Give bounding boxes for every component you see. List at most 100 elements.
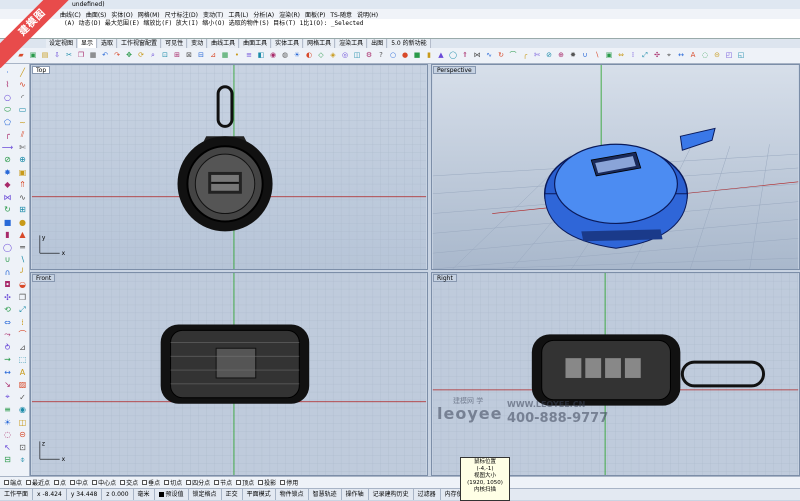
- named-view-icon[interactable]: ◱: [736, 50, 746, 61]
- osnap-checkbox[interactable]: [280, 480, 286, 485]
- layer-selector[interactable]: 预设值: [155, 489, 189, 500]
- osnap-checkbox[interactable]: [4, 480, 9, 485]
- viewport-front-canvas[interactable]: x z: [31, 273, 427, 475]
- osnap-checkbox[interactable]: [120, 480, 126, 485]
- light-icon[interactable]: ☀: [292, 50, 302, 61]
- toolbar-tab[interactable]: 曲面工具: [240, 39, 272, 48]
- network-icon[interactable]: ⊞: [16, 204, 29, 217]
- osnap-option[interactable]: 中心点: [92, 478, 116, 487]
- smarttrack-toggle[interactable]: 智慧轨迹: [309, 489, 342, 500]
- toolbar-tab[interactable]: 变动: [188, 39, 208, 48]
- zoom-extents-icon[interactable]: ⊞: [172, 50, 182, 61]
- toolbar-tab[interactable]: 渲染工具: [336, 39, 368, 48]
- grid-icon[interactable]: ▦: [220, 50, 230, 61]
- toolbar-tab[interactable]: 工作视窗配置: [118, 39, 162, 48]
- fillet-edge-icon[interactable]: ╯: [16, 266, 29, 279]
- layer-icon[interactable]: ≡: [1, 404, 14, 417]
- cap-icon[interactable]: ◒: [16, 279, 29, 292]
- menu-item[interactable]: 尺寸标注(D): [165, 10, 198, 19]
- xray-icon[interactable]: ◎: [340, 50, 350, 61]
- flow-icon[interactable]: ⇝: [1, 354, 14, 367]
- osnap-checkbox[interactable]: [186, 480, 192, 485]
- osnap-checkbox[interactable]: [164, 480, 170, 485]
- ghosted-icon[interactable]: ◈: [328, 50, 338, 61]
- dimension-icon[interactable]: ↔: [1, 366, 14, 379]
- pan-icon[interactable]: ✥: [124, 50, 134, 61]
- scale-icon[interactable]: ⤢: [16, 304, 29, 317]
- import-icon[interactable]: ⇩: [52, 50, 62, 61]
- zoom-window-icon[interactable]: ⊡: [160, 50, 170, 61]
- trim-icon[interactable]: ✄: [532, 50, 542, 61]
- rectangle-icon[interactable]: ▭: [16, 104, 29, 117]
- viewport-right[interactable]: Right: [431, 272, 800, 476]
- circle-icon[interactable]: ○: [388, 50, 398, 61]
- filter-toggle[interactable]: 过滤器: [414, 489, 441, 500]
- hide-icon[interactable]: ◌: [1, 429, 14, 442]
- pipe-icon[interactable]: ═: [16, 241, 29, 254]
- cone-icon[interactable]: ▲: [16, 229, 29, 242]
- extrude-icon[interactable]: ⇑: [16, 179, 29, 192]
- split-icon[interactable]: ⊘: [1, 154, 14, 167]
- boolean-union-icon[interactable]: ∪: [1, 254, 14, 267]
- revolve-icon[interactable]: ↻: [1, 204, 14, 217]
- render-icon[interactable]: ◉: [16, 404, 29, 417]
- menu-item[interactable]: 说明(H): [357, 10, 378, 19]
- filter-icon[interactable]: ⌽: [16, 454, 29, 467]
- taper-icon[interactable]: ⊿: [16, 341, 29, 354]
- sphere-icon[interactable]: ●: [16, 216, 29, 229]
- osnap-option[interactable]: 顶点: [236, 478, 254, 487]
- revolve-icon[interactable]: ↻: [496, 50, 506, 61]
- text-icon[interactable]: A: [16, 366, 29, 379]
- polygon-icon[interactable]: ⬠: [1, 116, 14, 129]
- offset-icon[interactable]: ⫽: [16, 129, 29, 142]
- move-icon[interactable]: ✣: [652, 50, 662, 61]
- explode-icon[interactable]: ✸: [568, 50, 578, 61]
- hide-icon[interactable]: ◌: [700, 50, 710, 61]
- mirror-icon[interactable]: ⇔: [616, 50, 626, 61]
- hatch-icon[interactable]: ▨: [16, 379, 29, 392]
- toolbar-tab[interactable]: 网格工具: [304, 39, 336, 48]
- technical-icon[interactable]: ◫: [352, 50, 362, 61]
- rotate-view-icon[interactable]: ⟳: [136, 50, 146, 61]
- zoom-selected-icon[interactable]: ⊠: [184, 50, 194, 61]
- shell-icon[interactable]: ◘: [1, 279, 14, 292]
- select-icon[interactable]: ↖: [1, 441, 14, 454]
- split-icon[interactable]: ⊘: [544, 50, 554, 61]
- arc-icon[interactable]: ◜: [16, 91, 29, 104]
- boolean-diff-icon[interactable]: ∖: [16, 254, 29, 267]
- extend-icon[interactable]: ⟶: [1, 141, 14, 154]
- group-icon[interactable]: ▣: [16, 166, 29, 179]
- freeform-icon[interactable]: ~: [16, 116, 29, 129]
- undo-icon[interactable]: ↶: [100, 50, 110, 61]
- viewport-perspective[interactable]: Perspective: [431, 64, 800, 270]
- menu-item[interactable]: 曲线(C): [60, 10, 81, 19]
- lock-icon[interactable]: ⊝: [712, 50, 722, 61]
- print-icon[interactable]: ▤: [40, 50, 50, 61]
- lock-icon[interactable]: ⊝: [16, 429, 29, 442]
- osnap-checkbox[interactable]: [142, 480, 148, 485]
- fillet-curve-icon[interactable]: ╭: [1, 129, 14, 142]
- box-icon[interactable]: ■: [412, 50, 422, 61]
- options-icon[interactable]: ⚙: [364, 50, 374, 61]
- camera-icon[interactable]: ◫: [16, 416, 29, 429]
- text-icon[interactable]: A: [688, 50, 698, 61]
- menu-item[interactable]: 工具(L): [228, 10, 248, 19]
- torus-icon[interactable]: ◯: [1, 241, 14, 254]
- viewport-top-label[interactable]: Top: [32, 66, 51, 74]
- cage-icon[interactable]: ⬚: [16, 354, 29, 367]
- sweep-icon[interactable]: ∿: [484, 50, 494, 61]
- sweep-icon[interactable]: ∿: [16, 191, 29, 204]
- grid-snap-toggle[interactable]: 锁定格点: [189, 489, 222, 500]
- sphere-icon[interactable]: ●: [400, 50, 410, 61]
- menu-item[interactable]: 分析(A): [253, 10, 274, 19]
- osnap-checkbox[interactable]: [236, 480, 242, 485]
- mirror-icon[interactable]: ⇔: [1, 316, 14, 329]
- blend-icon[interactable]: ⌒: [508, 50, 518, 61]
- help-icon[interactable]: ?: [376, 50, 386, 61]
- ellipse-icon[interactable]: ⬭: [1, 104, 14, 117]
- viewport-front-label[interactable]: Front: [32, 274, 56, 282]
- redo-icon[interactable]: ↷: [112, 50, 122, 61]
- invert-icon[interactable]: ⊟: [1, 454, 14, 467]
- cone-icon[interactable]: ▲: [436, 50, 446, 61]
- osnap-checkbox[interactable]: [26, 480, 32, 485]
